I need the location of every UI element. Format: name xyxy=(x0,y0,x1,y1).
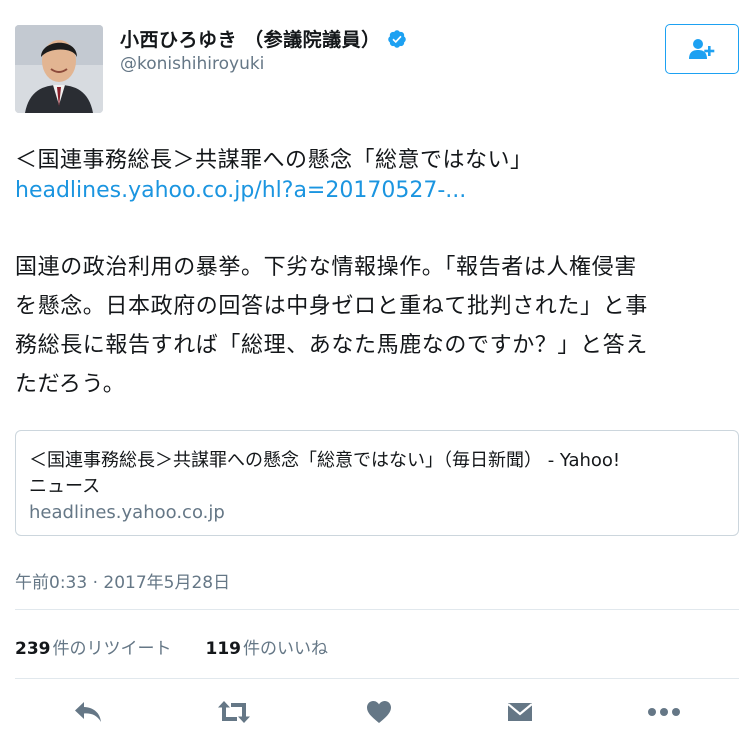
tweet-body-line: ただろう。 xyxy=(15,372,126,397)
tweet-link[interactable]: headlines.yahoo.co.jp/hl?a=20170527-... xyxy=(15,178,466,203)
author-handle[interactable]: @konishihiroyuki xyxy=(120,54,264,74)
retweets-stat[interactable]: 239 件のリツイート xyxy=(15,634,172,659)
likes-count: 119 xyxy=(205,639,242,659)
link-preview-card[interactable]: ＜国連事務総長＞共謀罪への懸念「総意ではない」（毎日新聞） - Yahoo! ニ… xyxy=(15,430,739,536)
card-title: ＜国連事務総長＞共謀罪への懸念「総意ではない」（毎日新聞） - Yahoo! ニ… xyxy=(29,448,719,500)
tweet-body-line: 国連の政治利用の暴挙。下劣な情報操作。「報告者は人権侵害 xyxy=(15,255,637,280)
retweet-button[interactable] xyxy=(212,696,256,728)
follow-user-icon xyxy=(689,39,715,59)
tweet-body-line: を懸念。日本政府の回答は中身ゼロと重ねて批判された」と事 xyxy=(15,294,648,319)
tweet-stats: 239 件のリツイート 119 件のいいね xyxy=(15,634,328,659)
reply-icon xyxy=(75,702,101,722)
follow-button[interactable] xyxy=(665,24,739,74)
reply-button[interactable] xyxy=(68,696,108,728)
like-button[interactable] xyxy=(362,696,396,728)
more-icon xyxy=(648,708,680,716)
tweet-timestamp[interactable]: 午前0:33 · 2017年5月28日 xyxy=(15,568,230,593)
direct-message-button[interactable] xyxy=(503,696,537,728)
avatar[interactable] xyxy=(15,25,103,113)
likes-label: 件のいいね xyxy=(243,639,328,659)
avatar-photo xyxy=(15,25,103,113)
tweet-body: 国連の政治利用の暴挙。下劣な情報操作。「報告者は人権侵害 を懸念。日本政府の回答… xyxy=(15,248,733,404)
like-icon xyxy=(367,701,391,723)
divider xyxy=(15,678,739,679)
author-name-row: 小西ひろゆき （参議院議員） xyxy=(120,25,407,52)
verified-badge-icon xyxy=(387,29,406,48)
author-display-name[interactable]: 小西ひろゆき （参議院議員） xyxy=(120,25,381,52)
retweets-count: 239 xyxy=(15,639,51,659)
retweets-label: 件のリツイート xyxy=(52,639,172,659)
direct-message-icon xyxy=(507,703,533,721)
card-title-line: ＜国連事務総長＞共謀罪への懸念「総意ではない」（毎日新聞） - Yahoo! xyxy=(29,450,621,471)
tweet-text-line: ＜国連事務総長＞共謀罪への懸念「総意ではない」 xyxy=(15,148,533,173)
divider xyxy=(15,609,739,610)
card-title-line: ニュース xyxy=(29,476,101,497)
more-button[interactable] xyxy=(643,696,685,728)
retweet-icon xyxy=(218,701,250,723)
card-domain: headlines.yahoo.co.jp xyxy=(29,502,225,523)
likes-stat[interactable]: 119 件のいいね xyxy=(206,634,329,659)
tweet-body-line: 務総長に報告すれば「総理、あなた馬鹿なのですか？」と答え xyxy=(15,333,648,358)
tweet-action-bar xyxy=(0,696,746,728)
